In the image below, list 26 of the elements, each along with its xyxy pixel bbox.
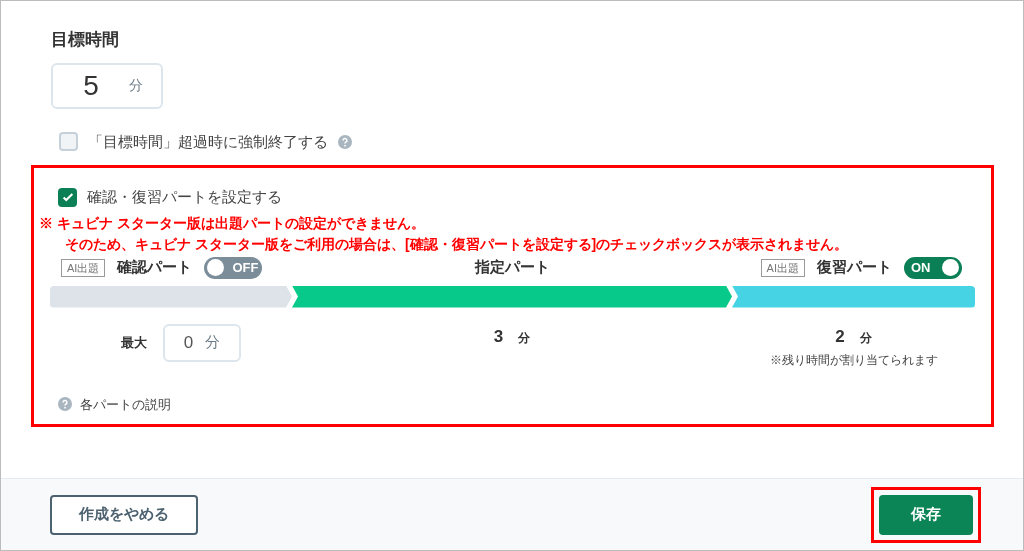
checkbox[interactable] bbox=[59, 132, 78, 152]
save-button[interactable]: 保存 bbox=[879, 494, 973, 535]
part-label: 復習パート bbox=[817, 257, 892, 278]
minutes-input[interactable]: 5 分 bbox=[51, 62, 163, 109]
help-icon[interactable] bbox=[338, 134, 352, 149]
warning-text: そのため、キュビナ スターター版をご利用の場合は、[確認・復習パートを設定する]のチェックボックスが表示されません。 bbox=[65, 234, 850, 254]
ai-badge: AI出題 bbox=[61, 258, 106, 277]
minutes-input[interactable]: 0 分 bbox=[163, 323, 241, 362]
ai-badge: AI出題 bbox=[760, 258, 805, 277]
unit-label: 分 bbox=[129, 76, 143, 95]
minutes-value: 2 分 bbox=[835, 325, 872, 348]
max-label: 最大 bbox=[121, 333, 147, 352]
help-link[interactable]: 各パートの説明 bbox=[80, 394, 171, 414]
minutes-value: 3 分 bbox=[493, 325, 531, 348]
warning-text: ※ キュビナ スターター版は出題パートの設定ができません。 bbox=[39, 213, 426, 233]
checkbox-label: 確認・復習パートを設定する bbox=[87, 187, 282, 207]
note-text: ※残り時間が割り当てられます bbox=[769, 352, 938, 369]
checkbox-label: 「目標時間」超過時に強制終了する bbox=[88, 131, 328, 152]
toggle-switch[interactable]: ON bbox=[904, 256, 962, 279]
checkbox[interactable] bbox=[58, 187, 77, 207]
help-icon[interactable] bbox=[58, 397, 72, 412]
part-label: 指定パート bbox=[474, 257, 550, 278]
section-title: 目標時間 bbox=[51, 29, 120, 51]
toggle-switch[interactable]: OFF bbox=[204, 256, 263, 279]
cancel-button[interactable]: 作成をやめる bbox=[50, 494, 198, 535]
part-label: 確認パート bbox=[117, 257, 193, 278]
